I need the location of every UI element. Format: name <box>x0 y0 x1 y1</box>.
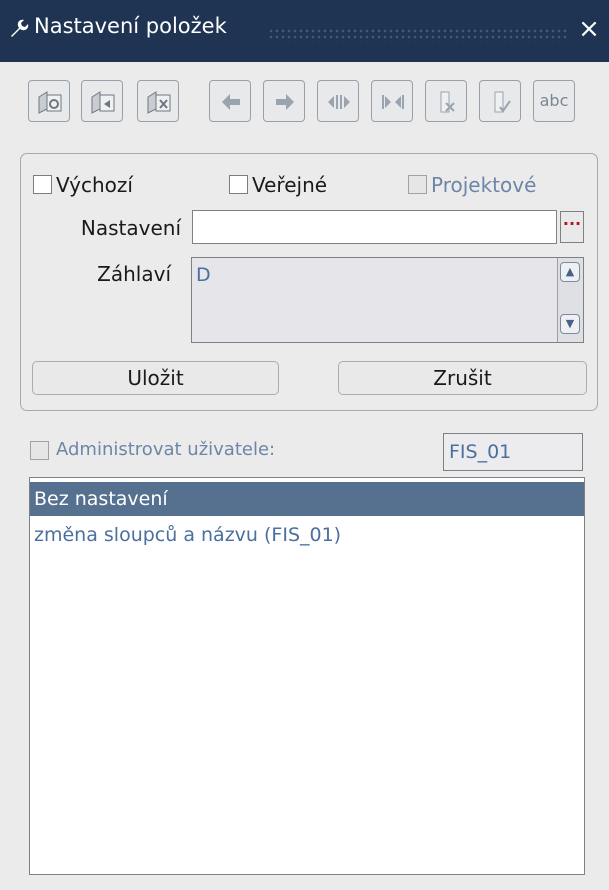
list-item[interactable]: Bez nastavení <box>30 482 584 516</box>
move-right-button[interactable] <box>263 80 305 122</box>
header-value: D <box>196 264 211 286</box>
expand-column-button[interactable] <box>317 80 359 122</box>
text-button-label: abc <box>539 91 569 110</box>
folder-load-icon <box>91 91 115 114</box>
hide-column-icon <box>440 91 455 113</box>
header-textarea[interactable]: D <box>191 257 584 343</box>
title-bar-grip <box>268 28 568 42</box>
setting-lov-button[interactable]: ··· <box>560 211 584 243</box>
shrink-horizontal-icon <box>382 95 404 109</box>
save-button[interactable]: Uložit <box>32 361 279 395</box>
folder-refresh-icon <box>38 91 62 114</box>
show-column-button[interactable] <box>479 80 521 122</box>
admin-user-field[interactable]: FIS_01 <box>443 433 583 471</box>
toolbar: abc <box>28 80 588 122</box>
text-button[interactable]: abc <box>533 80 575 122</box>
project-label: Projektové <box>431 173 537 197</box>
admin-users-label: Administrovat uživatele: <box>56 439 276 460</box>
close-button[interactable]: × <box>574 14 604 44</box>
list-item[interactable]: změna sloupců a názvu (FIS_01) <box>30 518 584 552</box>
settings-group: Výchozí Veřejné Projektové Nastavení ···… <box>20 153 598 411</box>
load-settings-button[interactable] <box>81 80 123 122</box>
default-checkbox[interactable] <box>33 175 52 194</box>
header-label: Záhlaví <box>97 262 171 286</box>
setting-input[interactable] <box>192 210 557 244</box>
arrow-right-icon <box>276 94 294 110</box>
settings-list: Bez nastavení změna sloupců a názvu (FIS… <box>29 477 585 875</box>
shrink-column-button[interactable] <box>371 80 413 122</box>
project-checkbox[interactable] <box>408 175 427 194</box>
arrow-left-icon <box>222 94 240 110</box>
scroll-down-icon[interactable]: ▼ <box>560 314 580 334</box>
move-left-button[interactable] <box>209 80 251 122</box>
title-bar[interactable]: Nastavení položek × <box>0 0 609 62</box>
scroll-up-icon[interactable]: ▲ <box>560 262 580 282</box>
refresh-settings-button[interactable] <box>28 80 70 122</box>
hide-column-button[interactable] <box>425 80 467 122</box>
setting-label: Nastavení <box>80 216 181 240</box>
public-checkbox[interactable] <box>229 175 248 194</box>
settings-window: Nastavení položek × abc Výchozí Veřejné … <box>0 0 609 890</box>
wrench-icon <box>11 19 29 37</box>
show-column-icon <box>494 91 511 113</box>
default-label: Výchozí <box>56 173 133 197</box>
public-label: Veřejné <box>252 173 328 197</box>
cancel-button[interactable]: Zrušit <box>338 361 587 395</box>
admin-users-checkbox[interactable] <box>30 441 49 460</box>
delete-settings-button[interactable] <box>137 80 179 122</box>
header-scrollbar[interactable]: ▲ ▼ <box>557 258 583 342</box>
expand-horizontal-icon <box>328 95 350 109</box>
window-title: Nastavení položek <box>34 14 227 38</box>
folder-delete-icon <box>147 91 171 114</box>
